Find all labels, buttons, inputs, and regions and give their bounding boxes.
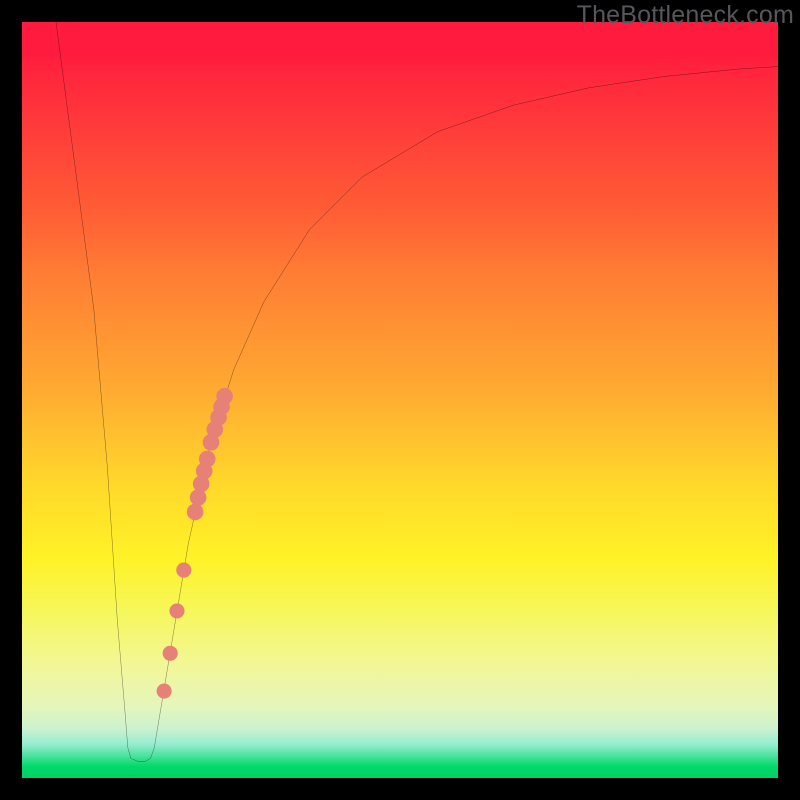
data-markers (157, 388, 233, 699)
data-marker (163, 646, 178, 661)
data-marker (157, 684, 172, 699)
data-marker (169, 603, 184, 618)
data-marker (199, 451, 216, 468)
watermark-text: TheBottleneck.com (577, 1, 794, 30)
data-marker (176, 563, 191, 578)
chart-container: TheBottleneck.com (0, 0, 800, 800)
chart-svg (22, 22, 778, 778)
data-marker (216, 388, 233, 405)
data-marker (187, 504, 204, 521)
